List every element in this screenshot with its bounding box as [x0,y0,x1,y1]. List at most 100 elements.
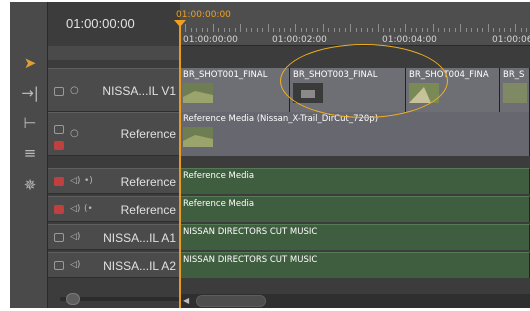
track-name-v1[interactable]: NISSA...IL V1 [102,84,176,98]
ruler-tick [498,28,500,32]
record-icon[interactable] [54,141,64,150]
current-timecode[interactable]: 01:00:00:00 [66,16,135,31]
lock-icon[interactable] [54,233,64,242]
track-name-reference-video[interactable]: Reference [121,127,176,141]
clip-label: BR_SHOT001_FINAL [183,70,268,80]
clip-nissan-directors-cut-music-a2[interactable]: NISSAN DIRECTORS CUT MUSIC [180,252,530,278]
ruler-tick [482,28,483,32]
track-header-strip [48,46,180,60]
ruler-tick [278,28,280,32]
clip-thumbnail [409,83,439,103]
ruler-tick [300,28,302,32]
ruler-label: 01:00:04:00 [382,35,437,45]
playhead-timecode: 01:00:00:00 [176,10,231,20]
ruler-tick [471,28,472,32]
ruler-tick [515,24,516,32]
track-lane-a2: NISSAN DIRECTORS CUT MUSIC [180,252,530,278]
track-v1: ○ NISSA...IL V1 BR_SHOT001_FINAL BR_SHOT… [48,68,530,112]
eye-icon[interactable]: ○ [70,128,79,139]
track-header-v1: ○ NISSA...IL V1 [48,68,180,112]
source-patch-icon[interactable]: (• [84,204,93,214]
clip-reference-media-audio-2[interactable]: Reference Media [180,196,530,222]
ruler-tick [207,28,208,32]
track-a2: ◁) NISSA...IL A2 NISSAN DIRECTORS CUT MU… [48,252,530,278]
clip-br-s[interactable]: BR_S [500,68,530,112]
tool-palette: ➤ →| ⊢ ≡ ✵ [10,2,48,308]
ruler-tick [333,28,335,32]
clip-thumbnail [183,83,213,103]
timeline-window: ➤ →| ⊢ ≡ ✵ 01:00:00:00 01:00:00:00 01:00… [10,2,530,308]
clip-reference-media-audio-1[interactable]: Reference Media [180,168,530,194]
track-name-reference-audio-1[interactable]: Reference [121,175,176,189]
ruler-tick [449,28,450,32]
scrollbar-thumb[interactable] [196,295,266,307]
track-lane-reference-video: Reference Media (Nissan_X-Trail_DirCut_7… [180,112,530,156]
track-lane-a1: NISSAN DIRECTORS CUT MUSIC [180,224,530,250]
track-lane-v1: BR_SHOT001_FINAL BR_SHOT003_FINAL BR_SHO… [180,68,530,112]
ruler-tick [212,24,214,32]
ruler-label: 01:00:00:00 [183,35,238,45]
ruler-tick [234,28,236,32]
track-a1: ◁) NISSA...IL A1 NISSAN DIRECTORS CUT MU… [48,224,530,250]
clip-label: BR_S [503,70,525,80]
ruler-tick [256,28,258,32]
ruler-tick [223,28,225,32]
ruler-tick [289,28,291,32]
clip-label: NISSAN DIRECTORS CUT MUSIC [183,255,318,265]
track-name-a1[interactable]: NISSA...IL A1 [103,231,176,245]
speaker-icon[interactable]: ◁) [70,260,80,270]
clip-br-shot001[interactable]: BR_SHOT001_FINAL [180,68,290,112]
ruler-tick [350,24,351,32]
lock-icon[interactable] [54,261,64,270]
ruler-tick [487,24,489,32]
record-icon[interactable] [54,177,64,186]
ruler-tick [284,28,285,32]
track-lane-reference-audio-2: Reference Media [180,196,530,222]
speaker-icon[interactable]: ◁) [70,232,80,242]
zoom-slider-handle[interactable] [66,293,80,305]
ruler-tick [454,28,456,32]
selection-arrow-icon[interactable]: ➤ [18,52,42,74]
clip-label: BR_SHOT004_FINA [409,70,489,80]
ruler-tick [322,24,324,32]
track-name-reference-audio-2[interactable]: Reference [121,203,176,217]
ruler-tick [328,28,329,32]
scroll-left-icon[interactable]: ◀ [183,296,189,305]
ruler-tick [295,24,296,32]
clip-label: Reference Media (Nissan_X-Trail_DirCut_7… [183,114,379,124]
ripple-edit-icon[interactable]: ⊢ [18,112,42,134]
ruler-tick [394,28,395,32]
ruler-tick [355,28,357,32]
track-header-reference-audio-2: ◁) (• Reference [48,196,180,222]
lock-icon[interactable] [54,125,64,134]
clip-br-shot003[interactable]: BR_SHOT003_FINAL [290,68,406,112]
speaker-icon[interactable]: ◁) [70,176,80,186]
track-select-icon[interactable]: →| [18,82,42,104]
ruler-tick [432,24,434,32]
clip-nissan-directors-cut-music-a1[interactable]: NISSAN DIRECTORS CUT MUSIC [180,224,530,250]
ruler-tick [526,28,527,32]
time-ruler[interactable]: 01:00:00:00 01:00:02:00 01:00:04:00 01:0… [180,2,530,46]
speaker-icon[interactable]: ◁) [70,204,80,214]
ruler-tick [465,28,467,32]
record-icon[interactable] [54,205,64,214]
ruler-tick [460,24,461,32]
clip-br-shot004[interactable]: BR_SHOT004_FINA [406,68,500,112]
clip-label: BR_SHOT003_FINAL [293,70,378,80]
ruler-tick [421,28,423,32]
ruler-tick [311,28,313,32]
eye-icon[interactable]: ○ [70,85,79,96]
razor-tool-icon[interactable]: ✵ [18,174,42,196]
ruler-tick [438,28,439,32]
ruler-tick [399,28,401,32]
slip-tool-icon[interactable]: ≡ [18,142,42,164]
ruler-tick [267,24,269,32]
ruler-tick [306,28,307,32]
clip-reference-media-video[interactable]: Reference Media (Nissan_X-Trail_DirCut_7… [180,112,530,156]
ruler-tick [520,28,522,32]
playhead-line[interactable] [179,26,181,308]
source-patch-icon[interactable]: •) [84,176,93,186]
track-name-a2[interactable]: NISSA...IL A2 [103,259,176,273]
lock-icon[interactable] [54,87,64,96]
clip-thumbnail [503,83,527,103]
